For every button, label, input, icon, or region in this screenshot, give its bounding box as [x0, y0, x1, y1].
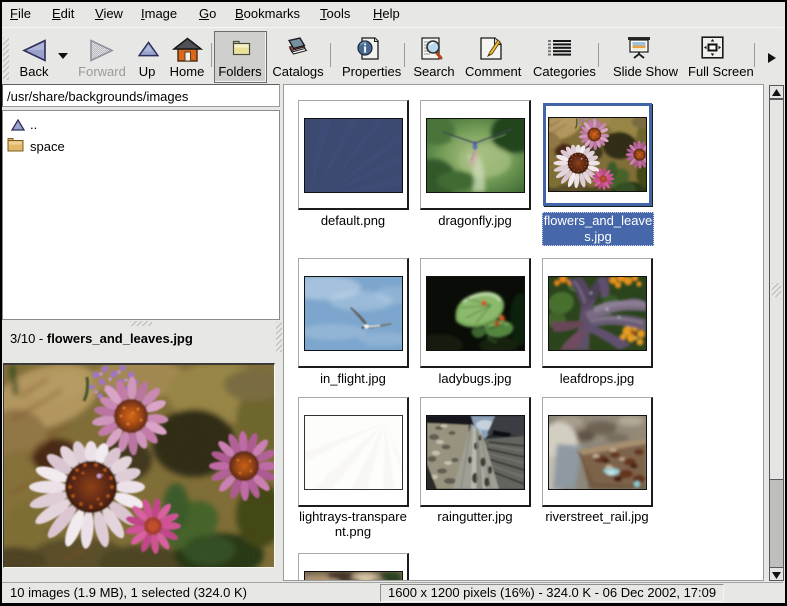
svg-text:i: i	[363, 41, 367, 56]
